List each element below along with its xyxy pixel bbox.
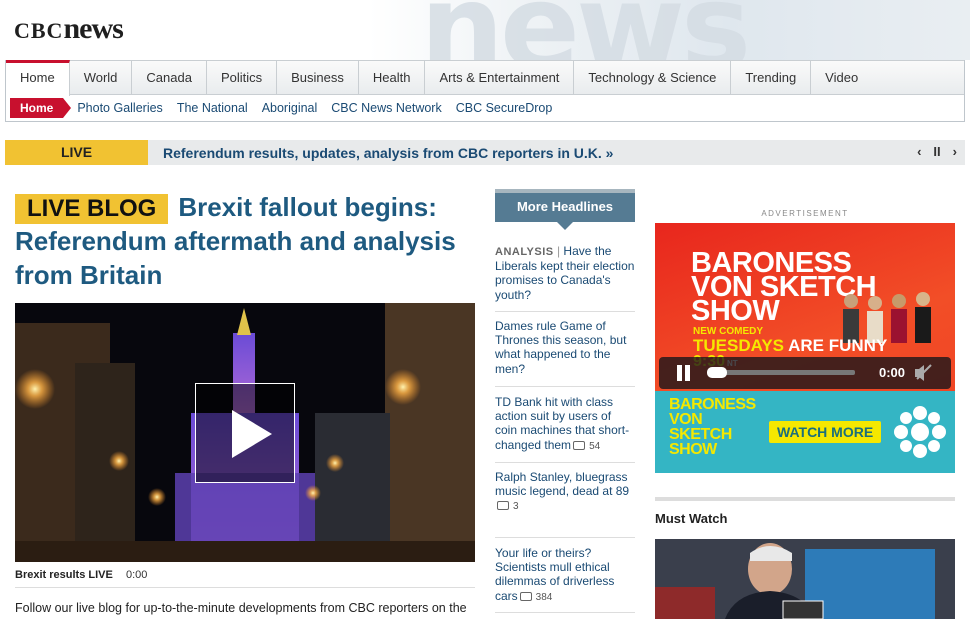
- must-watch-title: Must Watch: [655, 511, 728, 526]
- page: news CBC news Home World Canada Politics…: [0, 0, 970, 619]
- subnav-photo-galleries[interactable]: Photo Galleries: [77, 101, 162, 115]
- ad-bottom-title: BARONESS VON SKETCH SHOW: [669, 396, 756, 458]
- tab-politics[interactable]: Politics: [207, 61, 278, 94]
- headline-item[interactable]: TD Bank hit with class action suit by us…: [495, 395, 635, 454]
- more-headlines-header: More Headlines: [495, 189, 635, 230]
- pause-icon-bar-right: [685, 365, 690, 381]
- advertisement-label: ADVERTISEMENT: [761, 209, 849, 218]
- lead-headline[interactable]: LIVE BLOG Brexit fallout begins: Referend…: [15, 190, 475, 292]
- logo-news-text: news: [63, 12, 123, 45]
- cbc-gem-icon: [894, 406, 946, 458]
- nav-tabs: Home World Canada Politics Business Heal…: [6, 60, 964, 96]
- seek-handle: [707, 367, 727, 378]
- headline-divider: [495, 386, 635, 387]
- ticker-pause-icon[interactable]: II: [933, 144, 940, 159]
- ticker-controls: ‹ II ›: [917, 144, 957, 159]
- headline-item[interactable]: Dames rule Game of Thrones this season, …: [495, 319, 635, 376]
- subnav-home[interactable]: Home: [10, 98, 72, 118]
- must-watch-thumbnail[interactable]: [655, 539, 955, 619]
- tab-health[interactable]: Health: [359, 61, 426, 94]
- headline-divider: [495, 462, 635, 463]
- sub-navigation: Home Photo Galleries The National Aborig…: [6, 95, 964, 121]
- ad-bottom-panel: BARONESS VON SKETCH SHOW WATCH MORE: [655, 391, 955, 473]
- tab-technology-science[interactable]: Technology & Science: [574, 61, 732, 94]
- comment-icon: [519, 591, 532, 601]
- headline-divider: [495, 311, 635, 312]
- video-caption[interactable]: Brexit results LIVE: [15, 569, 113, 581]
- ticker-prev-icon[interactable]: ‹: [917, 144, 921, 159]
- must-watch-divider: [655, 497, 955, 501]
- lead-video-player[interactable]: [15, 303, 475, 562]
- ad-player-graphics: [677, 364, 932, 381]
- live-blog-badge: LIVE BLOG: [15, 194, 169, 224]
- tab-business[interactable]: Business: [277, 61, 359, 94]
- video-duration: 0:00: [126, 569, 148, 581]
- headline-text[interactable]: TD Bank hit with class action suit by us…: [495, 395, 629, 452]
- subnav-cbc-securedrop[interactable]: CBC SecureDrop: [456, 101, 553, 115]
- headline-item[interactable]: ANALYSIS | Have the Liberals kept their …: [495, 244, 635, 302]
- headline-item[interactable]: Ralph Stanley, bluegrass music legend, d…: [495, 470, 635, 515]
- comment-count[interactable]: 3: [495, 501, 519, 512]
- cbc-news-logo[interactable]: CBC news: [14, 12, 124, 46]
- headline-text[interactable]: Ralph Stanley, bluegrass music legend, d…: [495, 470, 629, 498]
- headline-item[interactable]: Your life or theirs? Scientists mull eth…: [495, 546, 635, 605]
- comment-icon: [497, 501, 509, 511]
- logo-cbc-text: CBC: [14, 18, 64, 43]
- pause-icon-bar-left: [677, 365, 682, 381]
- tab-home[interactable]: Home: [6, 60, 70, 96]
- tab-video[interactable]: Video: [811, 61, 872, 94]
- subnav-the-national[interactable]: The National: [177, 101, 248, 115]
- tab-trending[interactable]: Trending: [731, 61, 812, 94]
- comment-count[interactable]: 54: [571, 440, 600, 452]
- baroness-von-sketch-ad[interactable]: BARONESS VON SKETCH SHOW NEW COMEDY TUES…: [655, 223, 955, 473]
- main-navigation: Home World Canada Politics Business Heal…: [5, 60, 965, 122]
- must-watch-image: [655, 539, 955, 619]
- caption-divider: [15, 587, 475, 588]
- ad-player-controls: 0:00: [659, 357, 951, 389]
- headline-divider: [495, 537, 635, 538]
- tab-canada[interactable]: Canada: [132, 61, 207, 94]
- tab-world[interactable]: World: [70, 61, 133, 94]
- headline-text[interactable]: Your life or theirs? Scientists mull eth…: [495, 546, 614, 603]
- live-label: LIVE: [5, 140, 148, 165]
- ad-player-time: 0:00: [879, 365, 906, 380]
- masthead-background-word: news: [420, 0, 751, 60]
- masthead: news CBC news: [0, 0, 970, 60]
- tab-arts-entertainment[interactable]: Arts & Entertainment: [425, 61, 575, 94]
- headline-text[interactable]: Dames rule Game of Thrones this season, …: [495, 319, 626, 376]
- subnav-aboriginal[interactable]: Aboriginal: [262, 101, 318, 115]
- lead-teaser: Follow our live blog for up-to-the-minut…: [15, 601, 467, 615]
- subnav-cbc-news-network[interactable]: CBC News Network: [331, 101, 441, 115]
- mute-icon: [915, 365, 924, 381]
- comment-icon: [573, 440, 586, 450]
- live-ticker: LIVE Referendum results, updates, analys…: [5, 140, 965, 165]
- live-ticker-link[interactable]: Referendum results, updates, analysis fr…: [163, 145, 613, 161]
- analysis-tag: ANALYSIS: [495, 246, 554, 258]
- watch-more-button[interactable]: WATCH MORE: [769, 421, 882, 443]
- comment-count[interactable]: 384: [518, 591, 552, 603]
- headline-divider: [495, 612, 635, 613]
- ticker-next-icon[interactable]: ›: [953, 144, 957, 159]
- play-icon[interactable]: [195, 383, 295, 483]
